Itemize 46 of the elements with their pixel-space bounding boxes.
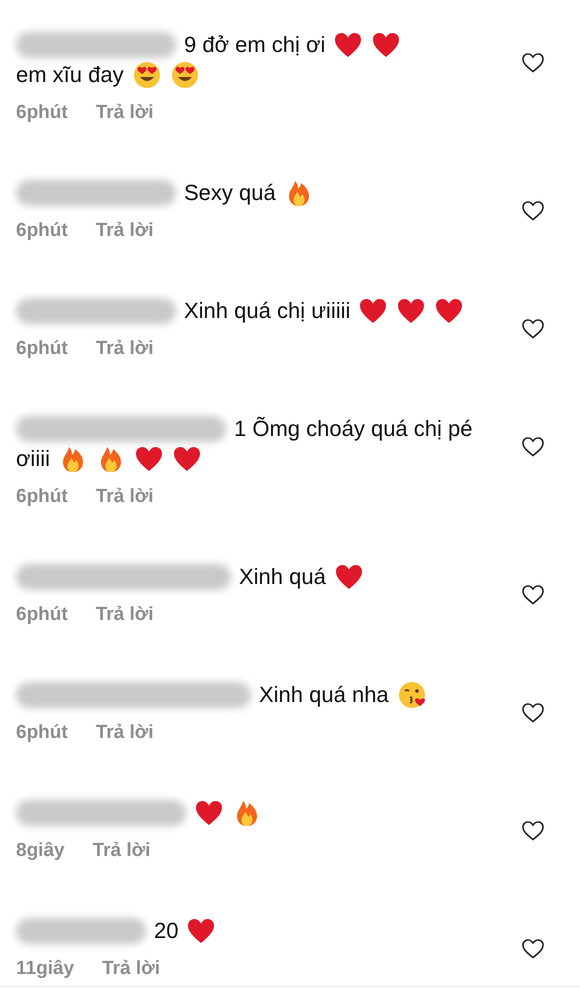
comment-time: 6phút <box>16 101 68 125</box>
like-heart-icon[interactable] <box>522 201 544 221</box>
heart-eyes-emoji-icon <box>132 60 162 90</box>
reply-link[interactable]: Trả lời <box>96 336 154 362</box>
heart-icon <box>371 30 402 60</box>
heart-icon <box>194 798 224 828</box>
heart-icon <box>333 30 364 60</box>
reply-link[interactable]: Trả lời <box>96 720 154 746</box>
like-heart-icon[interactable] <box>522 939 544 959</box>
heart-icon <box>134 444 164 474</box>
heart-icon <box>396 296 426 326</box>
like-heart-icon[interactable] <box>522 437 544 457</box>
comment-time: 6phút <box>16 721 68 745</box>
like-heart-icon[interactable] <box>522 53 544 73</box>
comment-text: Xinh quá <box>239 563 326 591</box>
like-heart-icon[interactable] <box>522 703 544 723</box>
comment-time: 6phút <box>16 485 68 509</box>
comment-time: 11giây <box>16 957 74 981</box>
reply-link[interactable]: Trả lời <box>92 838 150 864</box>
like-heart-icon[interactable] <box>522 319 544 339</box>
reply-link[interactable]: Trả lời <box>96 100 154 126</box>
comment-text: ơiiii <box>16 445 50 473</box>
kissing-emoji-icon <box>396 680 427 710</box>
reply-link[interactable]: Trả lời <box>96 602 154 628</box>
comment-text: 20 <box>154 917 178 945</box>
like-heart-icon[interactable] <box>522 585 544 605</box>
heart-icon <box>358 296 388 326</box>
comment-text: Xinh quá nha <box>259 681 389 709</box>
like-heart-icon[interactable] <box>522 821 544 841</box>
comment-time: 6phút <box>16 219 68 243</box>
reply-link[interactable]: Trả lời <box>102 956 160 982</box>
comment-text: Xinh quá chị ưiiiii <box>184 297 350 325</box>
reply-link[interactable]: Trả lời <box>96 218 154 244</box>
heart-icon <box>172 444 202 474</box>
comment-text: 1 Õmg choáy quá chị pé <box>234 415 472 443</box>
comment-time: 6phút <box>16 337 68 361</box>
comment-text: Sexy quá <box>184 179 276 207</box>
heart-icon <box>334 562 364 592</box>
heart-icon <box>186 916 216 946</box>
comment-text: em xĩu đay <box>16 61 124 89</box>
reply-link[interactable]: Trả lời <box>96 484 154 510</box>
heart-eyes-emoji-icon <box>170 60 200 90</box>
comment-text: 9 đở em chị ơi <box>184 31 326 59</box>
heart-icon <box>434 296 464 326</box>
comment-time: 6phút <box>16 603 68 627</box>
comment-time: 8giây <box>16 839 65 863</box>
